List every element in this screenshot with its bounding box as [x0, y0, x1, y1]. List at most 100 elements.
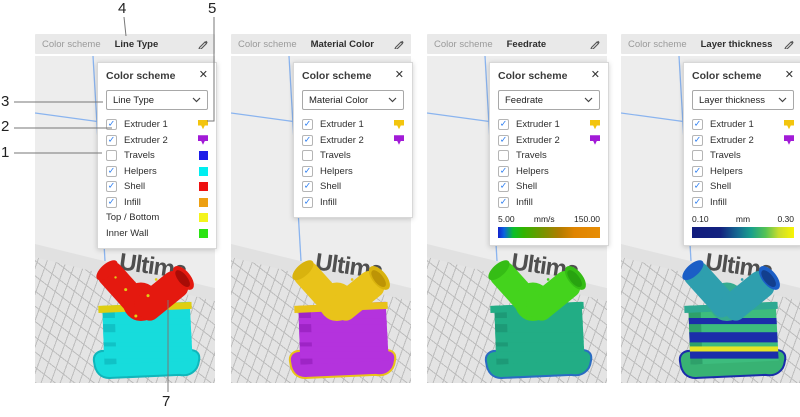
checkbox[interactable]: ✓ [692, 166, 703, 177]
checkbox[interactable]: ✓ [106, 166, 117, 177]
chevron-down-icon [778, 97, 787, 103]
viewport-tile-line-type: Color scheme Line Type Ultima [35, 34, 215, 383]
viewport-tile-feedrate: Color scheme Feedrate Ultima [427, 34, 607, 383]
scale-min: 5.00 [498, 214, 515, 224]
extruder-color-swatch [784, 120, 794, 130]
checkbox[interactable]: ✓ [302, 181, 313, 192]
scale-min: 0.10 [692, 214, 709, 224]
checkbox[interactable]: ✓ [302, 197, 313, 208]
check-icon: ✓ [304, 120, 312, 129]
color-scheme-header-bar[interactable]: Color scheme Line Type [35, 34, 215, 54]
check-icon: ✓ [108, 197, 116, 206]
color-swatch [199, 213, 208, 222]
checkbox[interactable]: ✓ [498, 119, 509, 130]
color-scheme-panel: Color scheme ✕ Material Color ✓ Extruder… [293, 62, 413, 218]
check-icon: ✓ [500, 166, 508, 175]
feedrate-color-scale: 5.00 mm/s 150.00 [498, 214, 600, 238]
annotation-number-7: 7 [162, 394, 170, 409]
color-swatch [199, 151, 208, 160]
close-icon[interactable]: ✕ [591, 70, 600, 81]
legend-row-helpers: ✓ Helpers [498, 164, 600, 180]
color-scheme-header-bar[interactable]: Color scheme Material Color [231, 34, 411, 54]
close-icon[interactable]: ✕ [395, 70, 404, 81]
color-scheme-dropdown[interactable]: Layer thickness [692, 90, 794, 110]
legend-row-inner-wall: Inner Wall [106, 226, 208, 242]
figure-canvas: Color scheme Line Type Ultima [0, 0, 800, 417]
color-scheme-dropdown[interactable]: Material Color [302, 90, 404, 110]
extruder-color-swatch [198, 120, 208, 130]
gradient-bar [692, 227, 794, 238]
chevron-down-icon [388, 97, 397, 103]
legend-row-extruder2: ✓ Extruder 2 [692, 133, 794, 149]
check-icon: ✓ [694, 135, 702, 144]
legend-row-extruder2: ✓ Extruder 2 [302, 133, 404, 149]
color-scheme-header-bar[interactable]: Color scheme Feedrate [427, 34, 607, 54]
legend-row-travels: Travels [692, 148, 794, 164]
scale-max: 150.00 [574, 214, 600, 224]
annotation-number-5: 5 [208, 1, 216, 16]
checkbox[interactable] [106, 150, 117, 161]
checkbox[interactable]: ✓ [498, 135, 509, 146]
checkbox[interactable] [302, 150, 313, 161]
annotation-number-1: 1 [1, 145, 9, 160]
checkbox[interactable] [692, 150, 703, 161]
check-icon: ✓ [108, 166, 116, 175]
checkbox[interactable]: ✓ [692, 181, 703, 192]
legend-row-travels: Travels [498, 148, 600, 164]
printed-model[interactable] [671, 249, 795, 383]
checkbox[interactable]: ✓ [498, 166, 509, 177]
check-icon: ✓ [304, 197, 312, 206]
annotation-number-3: 3 [1, 94, 9, 109]
checkbox[interactable]: ✓ [692, 119, 703, 130]
legend-row-helpers: ✓ Helpers [106, 164, 208, 180]
checkbox[interactable]: ✓ [302, 166, 313, 177]
header-bar-label: Color scheme [42, 39, 101, 50]
color-swatch [199, 229, 208, 238]
color-scheme-dropdown[interactable]: Feedrate [498, 90, 600, 110]
legend-row-shell: ✓ Shell [498, 179, 600, 195]
legend-row-travels: Travels [106, 148, 208, 164]
scale-unit: mm [736, 214, 750, 224]
legend-row-shell: ✓ Shell [692, 179, 794, 195]
checkbox[interactable]: ✓ [692, 135, 703, 146]
check-icon: ✓ [108, 182, 116, 191]
printed-model[interactable] [85, 249, 209, 383]
checkbox[interactable]: ✓ [302, 119, 313, 130]
color-scheme-header-bar[interactable]: Color scheme Layer thickness [621, 34, 800, 54]
layer-thickness-color-scale: 0.10 mm 0.30 [692, 214, 794, 238]
legend-row-infill: ✓ Infill [498, 195, 600, 211]
checkbox[interactable]: ✓ [498, 181, 509, 192]
edit-pencil-icon[interactable] [784, 39, 794, 49]
check-icon: ✓ [304, 135, 312, 144]
scale-unit: mm/s [534, 214, 555, 224]
color-swatch [199, 167, 208, 176]
header-bar-value: Feedrate [507, 39, 547, 50]
checkbox[interactable]: ✓ [692, 197, 703, 208]
check-icon: ✓ [500, 197, 508, 206]
legend-row-shell: ✓ Shell [106, 179, 208, 195]
checkbox[interactable]: ✓ [302, 135, 313, 146]
checkbox[interactable]: ✓ [106, 119, 117, 130]
legend-row-helpers: ✓ Helpers [302, 164, 404, 180]
chevron-down-icon [584, 97, 593, 103]
edit-pencil-icon[interactable] [590, 39, 600, 49]
legend-row-infill: ✓ Infill [302, 195, 404, 211]
check-icon: ✓ [304, 166, 312, 175]
check-icon: ✓ [500, 120, 508, 129]
checkbox[interactable]: ✓ [106, 197, 117, 208]
checkbox[interactable]: ✓ [106, 135, 117, 146]
check-icon: ✓ [694, 182, 702, 191]
checkbox[interactable] [498, 150, 509, 161]
extruder-color-swatch [198, 135, 208, 145]
printed-model[interactable] [281, 249, 405, 383]
edit-pencil-icon[interactable] [394, 39, 404, 49]
close-icon[interactable]: ✕ [199, 70, 208, 81]
check-icon: ✓ [108, 135, 116, 144]
edit-pencil-icon[interactable] [198, 39, 208, 49]
panel-title: Color scheme [498, 70, 567, 82]
printed-model[interactable] [477, 249, 601, 383]
checkbox[interactable]: ✓ [106, 181, 117, 192]
checkbox[interactable]: ✓ [498, 197, 509, 208]
color-scheme-dropdown[interactable]: Line Type [106, 90, 208, 110]
close-icon[interactable]: ✕ [785, 70, 794, 81]
